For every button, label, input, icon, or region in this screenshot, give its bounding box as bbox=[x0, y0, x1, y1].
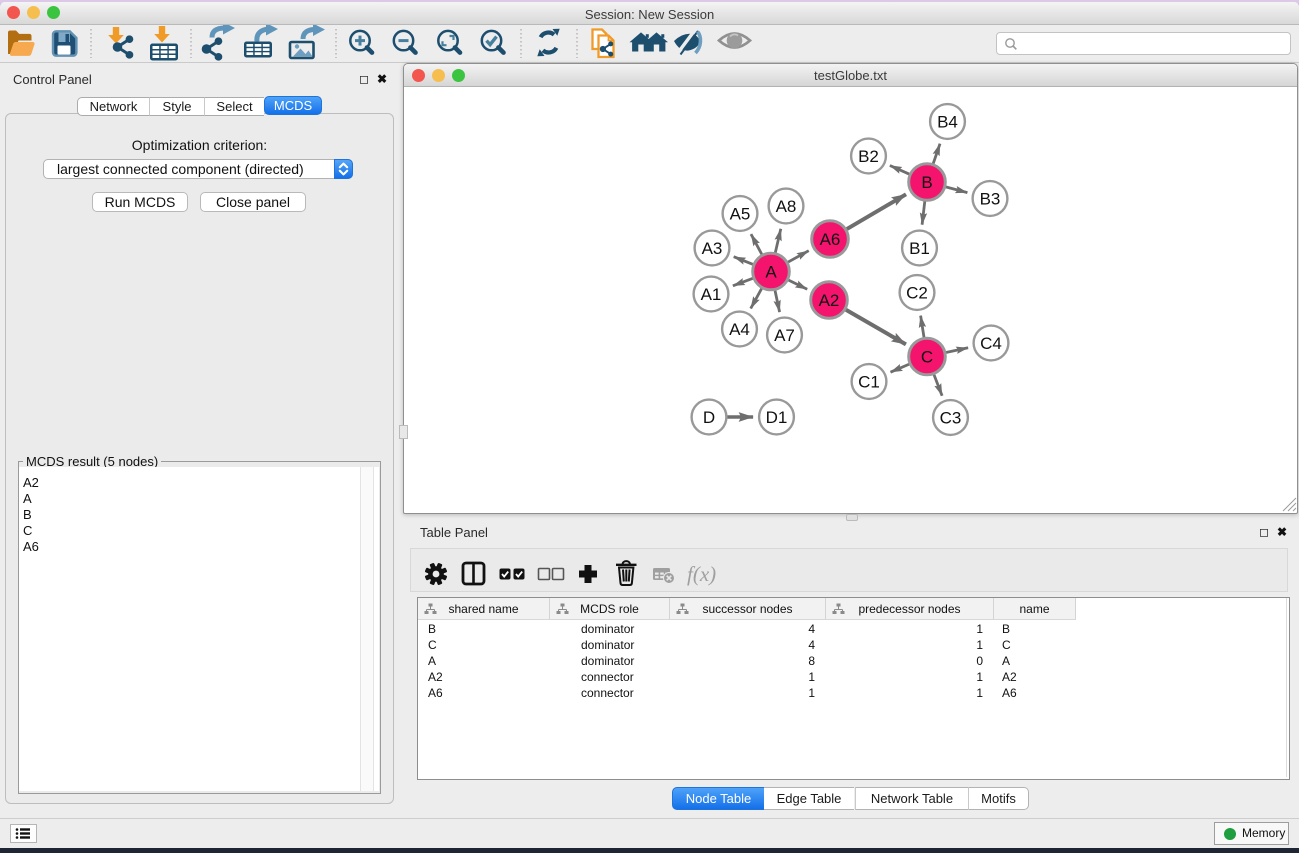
svg-text:f(x): f(x) bbox=[687, 562, 716, 586]
svg-text:C2: C2 bbox=[906, 284, 928, 303]
svg-text:D1: D1 bbox=[766, 408, 788, 427]
svg-text:C: C bbox=[921, 348, 933, 367]
svg-text:A8: A8 bbox=[776, 197, 797, 216]
svg-text:C3: C3 bbox=[940, 409, 962, 428]
svg-text:C1: C1 bbox=[858, 373, 880, 392]
svg-text:C4: C4 bbox=[980, 334, 1002, 353]
svg-text:B3: B3 bbox=[980, 190, 1001, 209]
svg-text:B2: B2 bbox=[858, 147, 879, 166]
svg-text:B1: B1 bbox=[909, 239, 930, 258]
svg-text:A7: A7 bbox=[774, 326, 795, 345]
svg-text:A: A bbox=[765, 263, 777, 282]
svg-text:A4: A4 bbox=[729, 320, 750, 339]
svg-text:A6: A6 bbox=[820, 230, 841, 249]
svg-text:A3: A3 bbox=[702, 239, 723, 258]
svg-text:D: D bbox=[703, 408, 715, 427]
svg-text:A2: A2 bbox=[819, 291, 840, 310]
svg-text:B4: B4 bbox=[937, 113, 958, 132]
svg-text:A1: A1 bbox=[701, 285, 722, 304]
svg-text:B: B bbox=[921, 173, 932, 192]
svg-text:A5: A5 bbox=[730, 205, 751, 224]
